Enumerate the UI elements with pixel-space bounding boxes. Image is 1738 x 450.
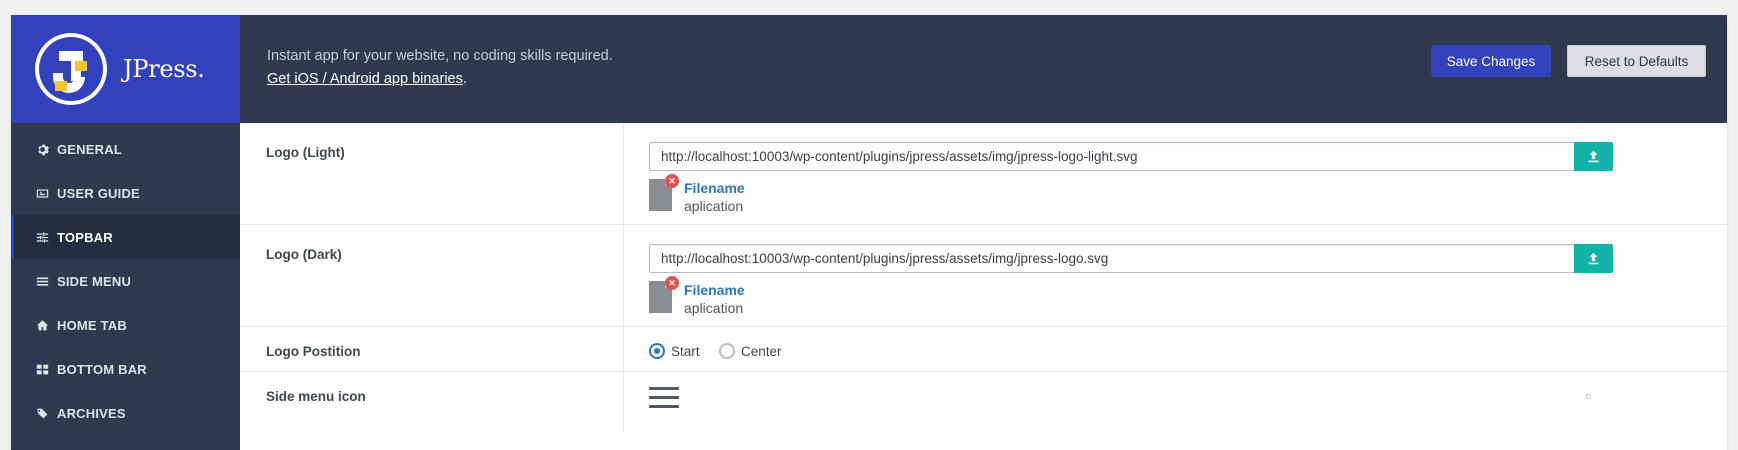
tags-icon: [35, 406, 49, 420]
setting-row-logo-position: Logo Postition Start Center: [240, 327, 1727, 372]
home-icon: [35, 318, 49, 332]
file-type: aplication: [684, 198, 744, 214]
sliders-icon: [35, 230, 49, 244]
sidebar-item-archives[interactable]: ARCHIVES: [11, 391, 240, 435]
top-header: Instant app for your website, no coding …: [240, 15, 1727, 123]
radio-center[interactable]: Center: [719, 343, 782, 359]
gear-icon: [35, 142, 49, 156]
bars-icon: [35, 274, 49, 288]
sidebar-item-label: HOME TAB: [57, 317, 127, 333]
column-divider: [623, 225, 624, 326]
logo-dark-url-input[interactable]: http://localhost:10003/wp-content/plugin…: [649, 244, 1575, 273]
file-name-link[interactable]: Filename: [684, 282, 745, 298]
column-divider: [623, 123, 624, 224]
hamburger-menu-icon[interactable]: [649, 387, 679, 409]
sidebar-item-label: ARCHIVES: [57, 405, 126, 421]
radio-unchecked-icon: [719, 343, 735, 359]
radio-checked-icon: [649, 343, 665, 359]
setting-label: Logo Postition: [266, 344, 361, 359]
sidebar-nav: GENERAL USER GUIDE TOPBAR SIDE MENU HOME…: [11, 123, 240, 435]
setting-label: Side menu icon: [266, 389, 366, 404]
column-divider: [623, 372, 624, 432]
sidebar-item-label: USER GUIDE: [57, 185, 140, 201]
jpress-logo-icon: [35, 33, 107, 105]
sidebar-item-label: BOTTOM BAR: [57, 361, 147, 377]
upload-button[interactable]: [1574, 244, 1613, 273]
selector-marker: [1586, 394, 1591, 399]
upload-icon: [1588, 252, 1599, 265]
sidebar-item-label: GENERAL: [57, 141, 122, 157]
sidebar-item-user-guide[interactable]: USER GUIDE: [11, 171, 240, 215]
app-frame: JPress. GENERAL USER GUIDE TOPBAR SIDE M…: [11, 15, 1727, 450]
remove-file-icon[interactable]: ✕: [665, 174, 679, 188]
brand-header: JPress.: [11, 15, 240, 123]
remove-file-icon[interactable]: ✕: [665, 276, 679, 290]
file-type: aplication: [684, 300, 744, 316]
tagline: Instant app for your website, no coding …: [267, 48, 613, 64]
reset-defaults-button[interactable]: Reset to Defaults: [1567, 45, 1706, 77]
sidebar-item-label: TOPBAR: [57, 229, 113, 245]
settings-panel: Logo (Light) http://localhost:10003/wp-c…: [240, 123, 1727, 450]
sidebar-item-home-tab[interactable]: HOME TAB: [11, 303, 240, 347]
sidebar: JPress. GENERAL USER GUIDE TOPBAR SIDE M…: [11, 15, 240, 450]
radio-label: Start: [671, 343, 700, 359]
file-name-link[interactable]: Filename: [684, 180, 745, 196]
sidebar-item-label: SIDE MENU: [57, 273, 132, 289]
logo-light-url-input[interactable]: http://localhost:10003/wp-content/plugin…: [649, 142, 1575, 171]
setting-label: Logo (Dark): [266, 247, 342, 262]
sidebar-item-bottom-bar[interactable]: BOTTOM BAR: [11, 347, 240, 391]
grid-icon: [35, 362, 49, 376]
link-suffix: .: [462, 71, 467, 87]
sidebar-item-side-menu[interactable]: SIDE MENU: [11, 259, 240, 303]
image-icon: [35, 186, 49, 200]
save-changes-button[interactable]: Save Changes: [1431, 45, 1551, 77]
setting-row-logo-dark: Logo (Dark) http://localhost:10003/wp-co…: [240, 225, 1727, 327]
setting-row-logo-light: Logo (Light) http://localhost:10003/wp-c…: [240, 123, 1727, 225]
radio-label: Center: [741, 343, 782, 359]
sidebar-item-topbar[interactable]: TOPBAR: [11, 215, 240, 259]
column-divider: [623, 327, 624, 371]
setting-row-side-menu-icon: Side menu icon: [240, 372, 1727, 432]
sidebar-item-general[interactable]: GENERAL: [11, 127, 240, 171]
brand-name: JPress.: [123, 55, 205, 83]
radio-start[interactable]: Start: [649, 343, 700, 359]
upload-icon: [1588, 150, 1599, 163]
setting-label: Logo (Light): [266, 145, 345, 160]
upload-button[interactable]: [1574, 142, 1613, 171]
app-binaries-link[interactable]: Get iOS / Android app binaries: [267, 71, 463, 87]
